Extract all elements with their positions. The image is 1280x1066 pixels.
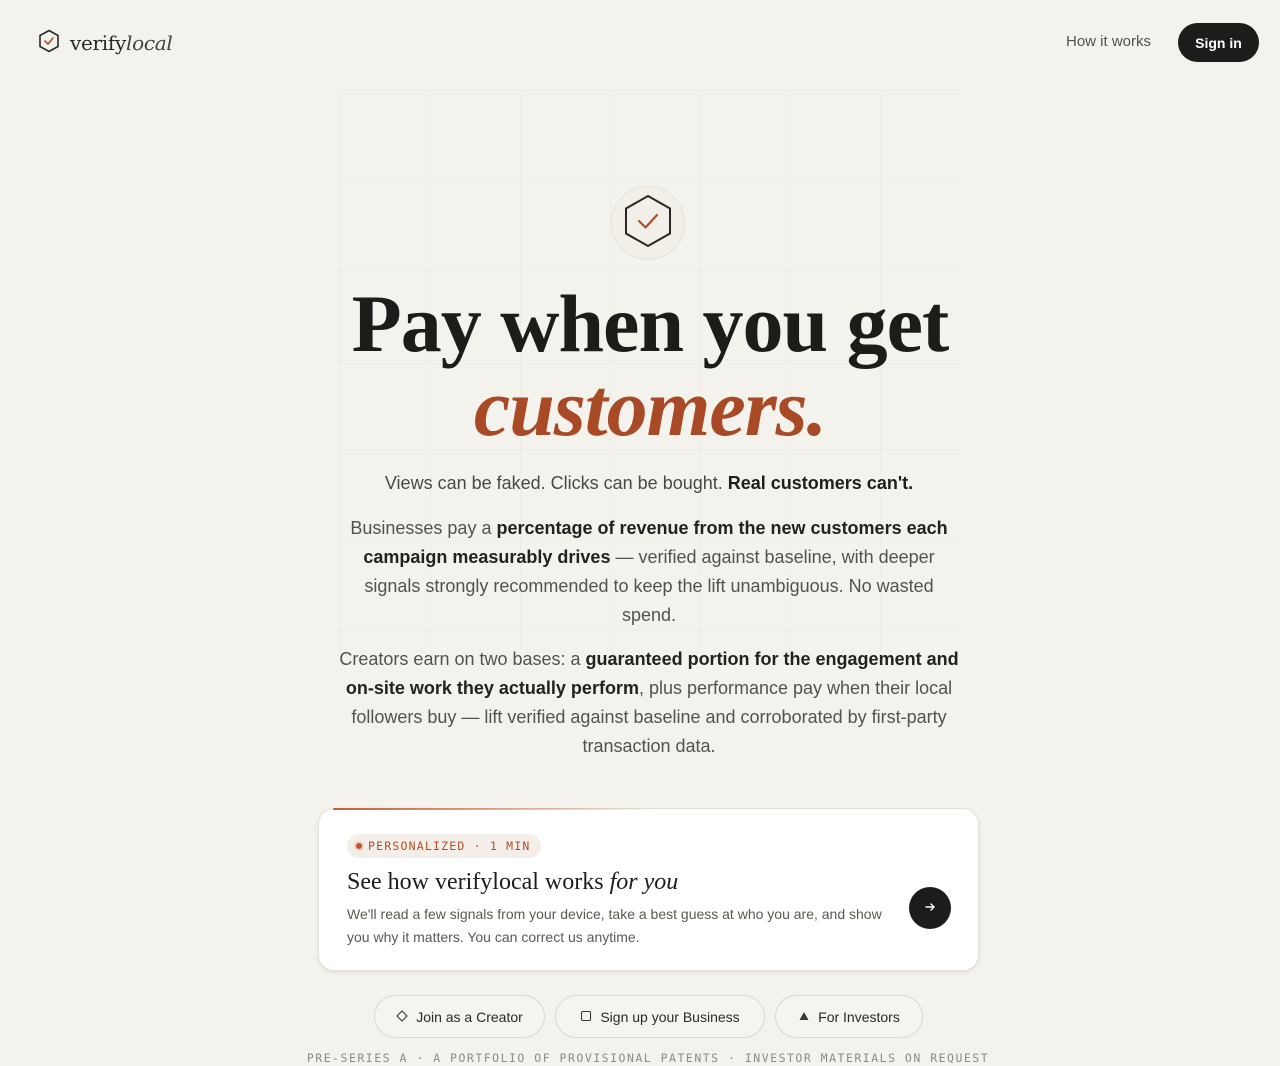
- tagline-bold: Real customers can't.: [727, 473, 914, 493]
- card-description: We'll read a few signals from your devic…: [347, 906, 882, 945]
- card-accent-line: [333, 808, 663, 810]
- business-paragraph: Businesses pay a percentage of revenue f…: [335, 514, 963, 630]
- personalized-card[interactable]: PERSONALIZED · 1 MIN See how verifylocal…: [318, 808, 979, 971]
- tagline-lead: Views can be faked. Clicks can be bought…: [384, 473, 728, 493]
- square-icon: [580, 1009, 592, 1025]
- for-investors-label: For Investors: [818, 1008, 900, 1025]
- hexagon-check-icon: [622, 193, 674, 254]
- join-creator-label: Join as a Creator: [416, 1008, 523, 1025]
- landing-page: verifylocal How it works Sign in Pay whe…: [0, 0, 1280, 1066]
- creator-paragraph: Creators earn on two bases: a guaranteed…: [335, 645, 963, 761]
- nav-how-it-works[interactable]: How it works: [1066, 33, 1151, 50]
- creator-paragraph-a: Creators earn on two bases: a: [339, 649, 586, 669]
- status-dot-icon: [356, 843, 362, 849]
- card-title-lead: See how verifylocal works: [347, 869, 610, 895]
- headline-line-2: customers.: [473, 362, 827, 453]
- join-creator-button[interactable]: Join as a Creator: [374, 995, 545, 1038]
- headline-line-1: Pay when you get: [351, 278, 950, 369]
- hero-headline: Pay when you get customers.: [0, 282, 1280, 450]
- brand-name: verifylocal: [70, 31, 173, 55]
- personalized-tag: PERSONALIZED · 1 MIN: [347, 834, 542, 858]
- card-continue-button[interactable]: [909, 887, 951, 929]
- hexagon-check-icon: [38, 29, 60, 58]
- diamond-icon: [396, 1009, 408, 1025]
- footer-disclaimer: PRE-SERIES A · A PORTFOLIO OF PROVISIONA…: [306, 1051, 990, 1065]
- brand-logo-link[interactable]: verifylocal: [38, 28, 173, 58]
- hero-badge: [611, 186, 685, 260]
- signup-business-button[interactable]: Sign up your Business: [555, 995, 765, 1038]
- arrow-right-icon: [924, 901, 936, 916]
- triangle-icon: [798, 1009, 810, 1025]
- card-title: See how verifylocal works for you: [347, 869, 678, 896]
- business-paragraph-a: Businesses pay a: [350, 518, 497, 538]
- brand-name-suffix: local: [126, 31, 173, 55]
- personalized-tag-label: PERSONALIZED · 1 MIN: [368, 839, 531, 853]
- card-title-em: for you: [609, 869, 679, 895]
- hero-tagline: Views can be faked. Clicks can be bought…: [0, 473, 1280, 494]
- brand-name-prefix: verify: [70, 31, 126, 55]
- for-investors-button[interactable]: For Investors: [775, 995, 923, 1038]
- sign-in-button[interactable]: Sign in: [1178, 23, 1259, 62]
- signup-business-label: Sign up your Business: [600, 1008, 740, 1025]
